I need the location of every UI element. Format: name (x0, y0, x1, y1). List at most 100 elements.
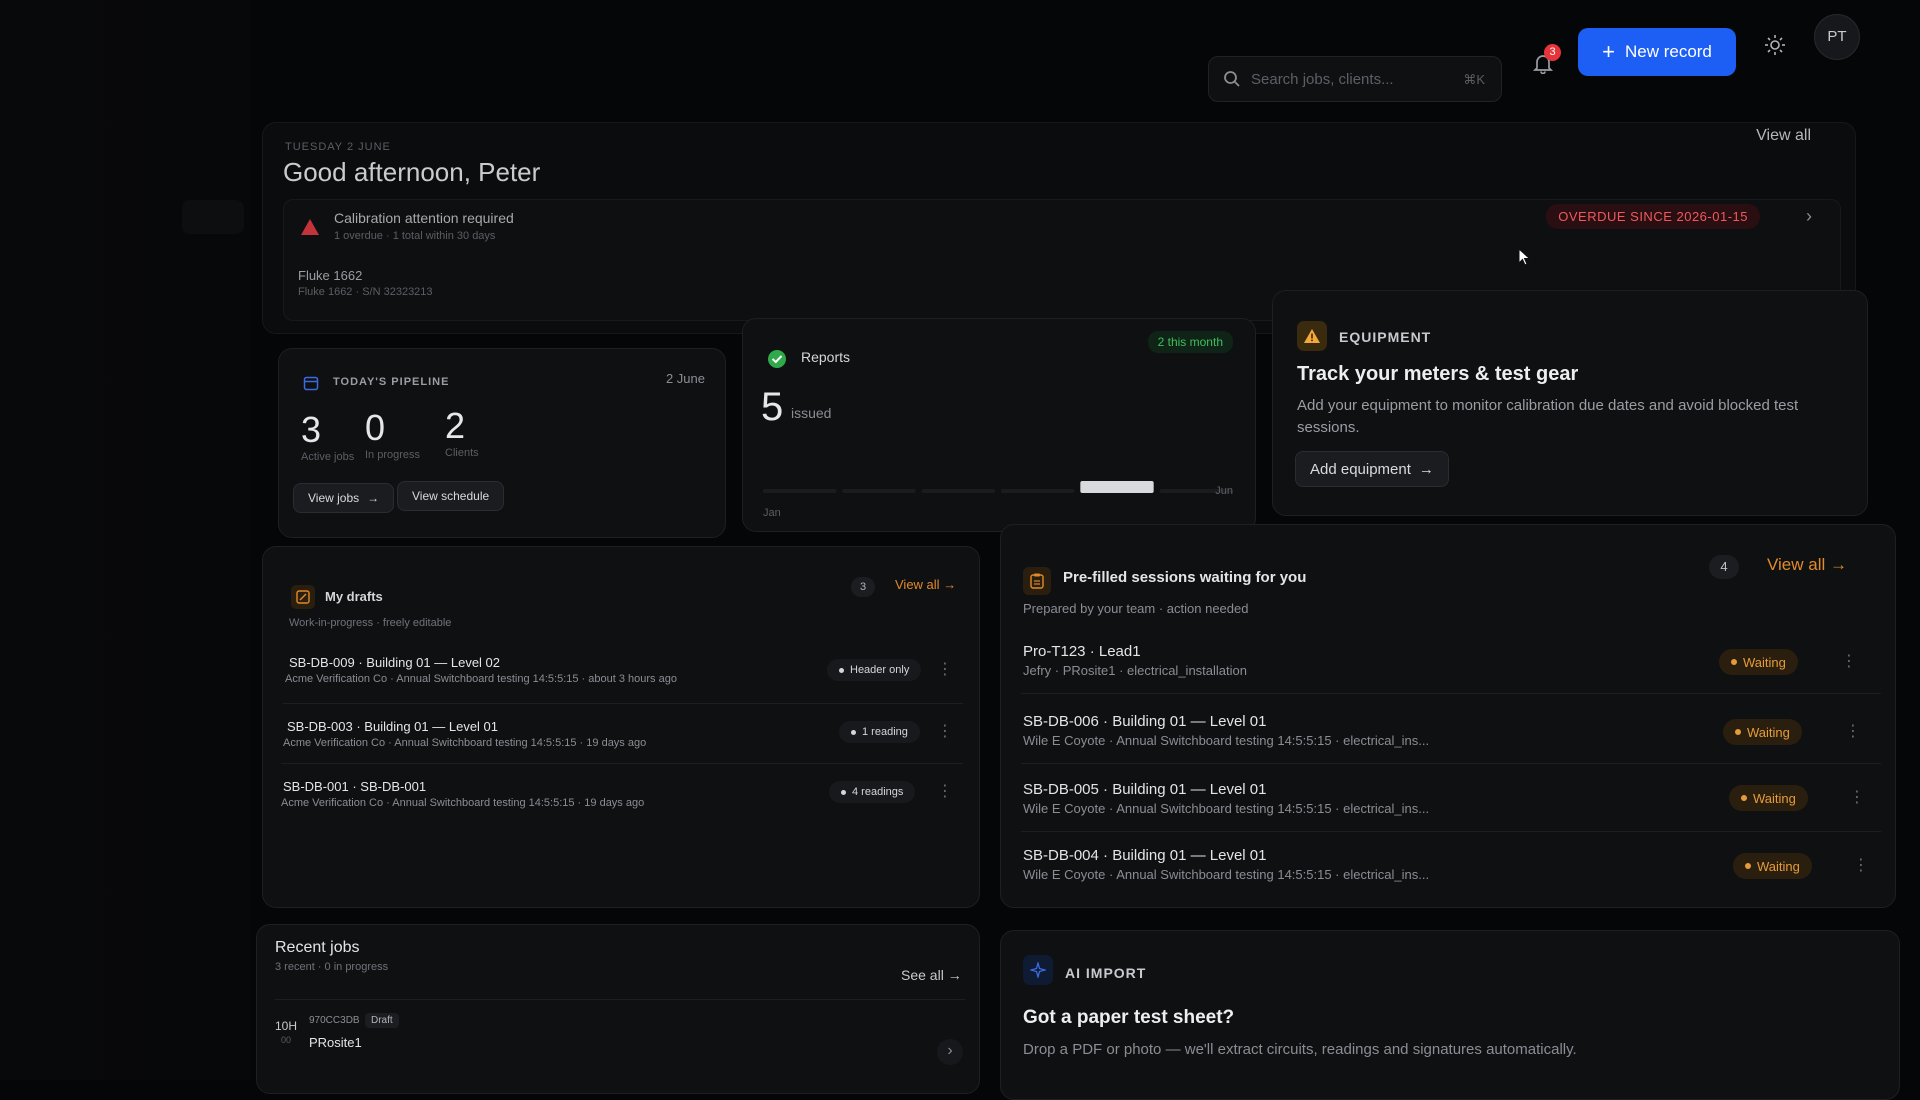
search-shortcut: ⌘K (1463, 72, 1485, 87)
check-circle-icon (767, 349, 787, 374)
stat-label: Active jobs (301, 451, 355, 463)
status-label: Waiting (1757, 858, 1800, 874)
draft-badge-label: 1 reading (862, 726, 908, 738)
status-dot (839, 667, 844, 673)
avatar[interactable]: PT (1814, 14, 1860, 60)
pipeline-label: TODAY'S PIPELINE (333, 376, 450, 388)
more-icon[interactable]: ⋮ (937, 723, 953, 741)
reports-badge: 2 this month (1147, 331, 1233, 353)
row-divider (281, 763, 963, 764)
device-serial: Fluke 1662 · S/N 32323213 (298, 286, 433, 298)
more-icon[interactable]: ⋮ (1845, 723, 1861, 741)
stat-value: 2 (445, 405, 466, 446)
month-track (842, 489, 916, 493)
reports-count-label: issued (791, 405, 832, 421)
equipment-description: Add your equipment to monitor calibratio… (1297, 397, 1799, 436)
sun-icon (1764, 34, 1786, 61)
session-row[interactable]: SB-DB-006 · Building 01 — Level 01 Wile … (1011, 695, 1881, 761)
chevron-right-icon[interactable]: › (1806, 206, 1812, 227)
pipeline-stat-in-progress: 0 In progress (365, 407, 420, 461)
month-bar (1080, 481, 1154, 493)
device-name: Fluke 1662 (298, 268, 363, 283)
draft-row[interactable]: SB-DB-009 · Building 01 — Level 02 Acme … (275, 645, 965, 701)
status-badge: Waiting (1719, 649, 1798, 675)
equipment-label: EQUIPMENT (1339, 329, 1432, 345)
draft-subtitle: Acme Verification Co · Annual Switchboar… (285, 673, 677, 685)
status-badge: Waiting (1729, 785, 1808, 811)
search-box[interactable]: Search jobs, clients... ⌘K (1208, 56, 1502, 102)
status-badge: Waiting (1723, 719, 1802, 745)
draft-badge: Header only (827, 659, 922, 681)
theme-toggle-button[interactable] (1756, 28, 1794, 66)
drafts-view-all[interactable]: View all → (895, 577, 956, 592)
draft-title: SB-DB-009 · Building 01 — Level 02 (289, 655, 501, 670)
more-icon[interactable]: ⋮ (1841, 653, 1857, 671)
stat-value: 3 (301, 409, 322, 450)
more-icon[interactable]: ⋮ (937, 661, 953, 679)
sessions-view-all[interactable]: View all → (1767, 555, 1847, 575)
notification-button[interactable]: 3 (1526, 44, 1561, 78)
status-label: Waiting (1743, 654, 1786, 670)
job-time-sub: 00 (281, 1035, 292, 1045)
view-jobs-label: View jobs (308, 491, 360, 505)
status-dot (1741, 795, 1747, 801)
more-icon[interactable]: ⋮ (1853, 857, 1869, 875)
ai-import-title: Got a paper test sheet? (1023, 1007, 1235, 1028)
session-title: Pro-T123 · Lead1 (1023, 643, 1141, 660)
view-schedule-button[interactable]: View schedule (397, 481, 505, 511)
more-icon[interactable]: ⋮ (937, 783, 953, 801)
see-all-link[interactable]: See all → (901, 967, 962, 983)
search-icon (1223, 70, 1241, 88)
pipeline-date: 2 June (665, 371, 705, 386)
status-dot (841, 789, 846, 795)
avatar-initials: PT (1827, 28, 1847, 45)
pipeline-stat-active: 3 Active jobs (301, 409, 354, 463)
session-subtitle: Jefry · PRosite1 · electrical_installati… (1023, 663, 1247, 678)
draft-subtitle: Acme Verification Co · Annual Switchboar… (281, 797, 645, 809)
month-track (921, 489, 995, 493)
session-subtitle: Wile E Coyote · Annual Switchboard testi… (1023, 733, 1430, 748)
month-track (1001, 489, 1075, 493)
draft-row[interactable]: SB-DB-001 · SB-DB-001 Acme Verification … (275, 765, 965, 821)
draft-badge: 1 reading (839, 721, 920, 743)
status-dot (1745, 863, 1751, 869)
notification-badge: 3 (1544, 44, 1561, 61)
more-icon[interactable]: ⋮ (1849, 789, 1865, 807)
ai-import-description: Drop a PDF or photo — we'll extract circ… (1023, 1041, 1577, 1058)
draft-row[interactable]: SB-DB-003 · Building 01 — Level 01 Acme … (275, 705, 965, 761)
draft-title: SB-DB-003 · Building 01 — Level 01 (287, 719, 499, 734)
drafts-view-all-label: View all (895, 577, 940, 592)
draft-badge-label: 4 readings (852, 786, 904, 798)
arrow-right-icon: → (1830, 555, 1848, 574)
drafts-card: My drafts Work-in-progress · freely edit… (262, 546, 980, 908)
chart-x-start: Jan (763, 507, 781, 519)
sessions-view-all-label: View all (1767, 555, 1826, 574)
row-divider (283, 703, 963, 704)
ai-import-label: AI IMPORT (1065, 965, 1147, 981)
new-record-button[interactable]: + New record (1578, 28, 1736, 76)
new-record-label: New record (1624, 42, 1712, 61)
job-row[interactable]: 10H 00 970CC3DB Draft PRosite1 › (271, 1005, 971, 1065)
drafts-subtitle: Work-in-progress · freely editable (289, 617, 452, 629)
view-jobs-button[interactable]: View jobs → (293, 483, 395, 513)
status-badge: Waiting (1733, 853, 1812, 879)
row-divider (275, 999, 965, 1000)
sessions-title: Pre-filled sessions waiting for you (1063, 569, 1307, 586)
chevron-right-icon[interactable]: › (937, 1039, 963, 1065)
session-row[interactable]: Pro-T123 · Lead1 Jefry · PRosite1 · elec… (1011, 625, 1881, 691)
job-status-badge: Draft (365, 1013, 399, 1028)
calendar-icon (303, 375, 319, 396)
add-equipment-button[interactable]: Add equipment → (1295, 451, 1449, 487)
status-dot (1731, 659, 1737, 665)
greeting-view-all[interactable]: View all (1756, 127, 1811, 145)
drafts-title: My drafts (325, 589, 383, 604)
edit-icon (291, 585, 315, 609)
stat-value: 0 (365, 407, 386, 448)
job-time: 10H (275, 1019, 298, 1033)
overdue-badge: OVERDUE SINCE 2026-01-15 (1546, 204, 1760, 229)
clipboard-icon (1023, 567, 1051, 595)
session-row[interactable]: SB-DB-005 · Building 01 — Level 01 Wile … (1011, 765, 1881, 831)
sidebar-active-item[interactable] (182, 200, 244, 234)
session-row[interactable]: SB-DB-004 · Building 01 — Level 01 Wile … (1011, 833, 1881, 899)
job-name: PRosite1 (309, 1035, 362, 1050)
